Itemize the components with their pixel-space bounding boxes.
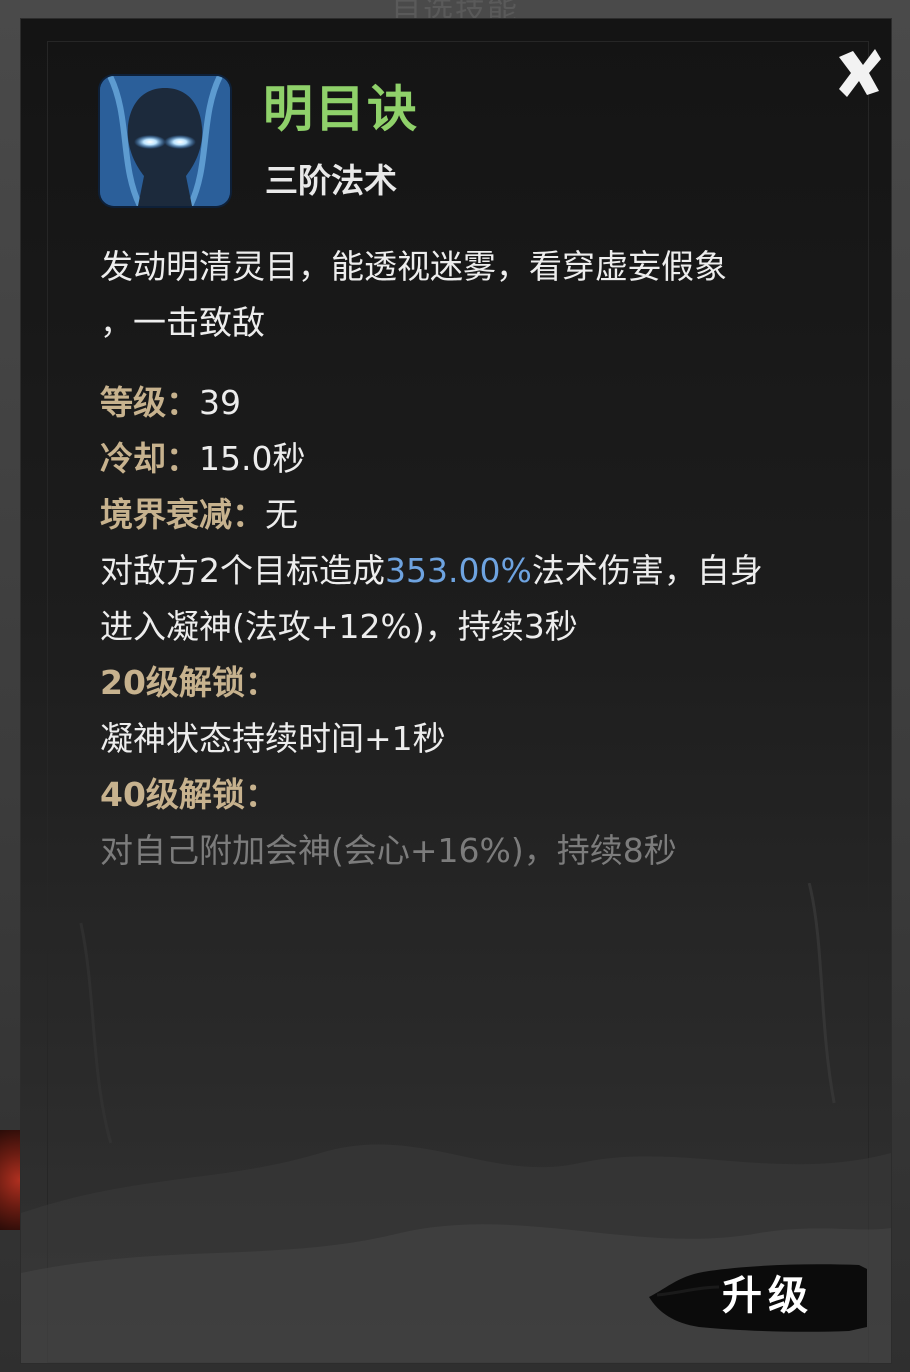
skill-details: 发动明清灵目，能透视迷雾，看穿虚妄假象 ，一击致敌 等级：39 冷却：15.0秒…: [100, 239, 840, 879]
unlock-40-label: 40级解锁：: [100, 775, 278, 814]
skill-detail-dialog: 明目诀 三阶法术 发动明清灵目，能透视迷雾，看穿虚妄假象 ，一击致敌 等级：39…: [20, 18, 892, 1364]
realm-decay-value: 无: [265, 495, 298, 534]
unlock-40-text-row: 对自己附加会神(会心+16%)，持续8秒: [100, 823, 840, 879]
effect-text: 对敌方2个目标造成353.00%法术伤害，自身 进入凝神(法攻+12%)，持续3…: [100, 543, 840, 655]
effect-line-1-prefix: 对敌方2个目标造成: [100, 551, 385, 590]
skill-name: 明目诀: [263, 80, 419, 138]
unlock-40-text: 对自己附加会神(会心+16%)，持续8秒: [100, 831, 677, 870]
glowing-eyes-head-icon: [100, 76, 230, 206]
upgrade-button[interactable]: 升级: [649, 1257, 867, 1335]
background-item-icon: [0, 1130, 20, 1230]
cooldown-value: 15.0秒: [199, 439, 306, 478]
realm-decay-row: 境界衰减：无: [100, 487, 840, 543]
unlock-20-label-row: 20级解锁：: [100, 655, 840, 711]
level-row: 等级：39: [100, 375, 840, 431]
damage-percent: 353.00%: [385, 551, 532, 590]
description-line-1: 发动明清灵目，能透视迷雾，看穿虚妄假象: [100, 247, 727, 286]
unlock-20-text: 凝神状态持续时间+1秒: [100, 719, 446, 758]
skill-description: 发动明清灵目，能透视迷雾，看穿虚妄假象 ，一击致敌: [100, 239, 840, 351]
level-label: 等级：: [100, 383, 199, 422]
close-x-icon: [839, 49, 881, 97]
upgrade-label: 升级: [722, 1272, 814, 1319]
realm-decay-label: 境界衰减：: [100, 495, 265, 534]
skill-tier: 三阶法术: [265, 161, 397, 200]
unlock-40-label-row: 40级解锁：: [100, 767, 840, 823]
skill-icon: [100, 76, 230, 206]
cooldown-row: 冷却：15.0秒: [100, 431, 840, 487]
level-value: 39: [199, 383, 241, 422]
effect-line-1-suffix: 法术伤害，自身: [531, 551, 763, 590]
unlock-20-text-row: 凝神状态持续时间+1秒: [100, 711, 840, 767]
description-line-2: ，一击致敌: [100, 303, 265, 342]
cooldown-label: 冷却：: [100, 439, 199, 478]
unlock-20-label: 20级解锁：: [100, 663, 278, 702]
close-button[interactable]: [833, 45, 885, 101]
effect-line-2: 进入凝神(法攻+12%)，持续3秒: [100, 607, 578, 646]
